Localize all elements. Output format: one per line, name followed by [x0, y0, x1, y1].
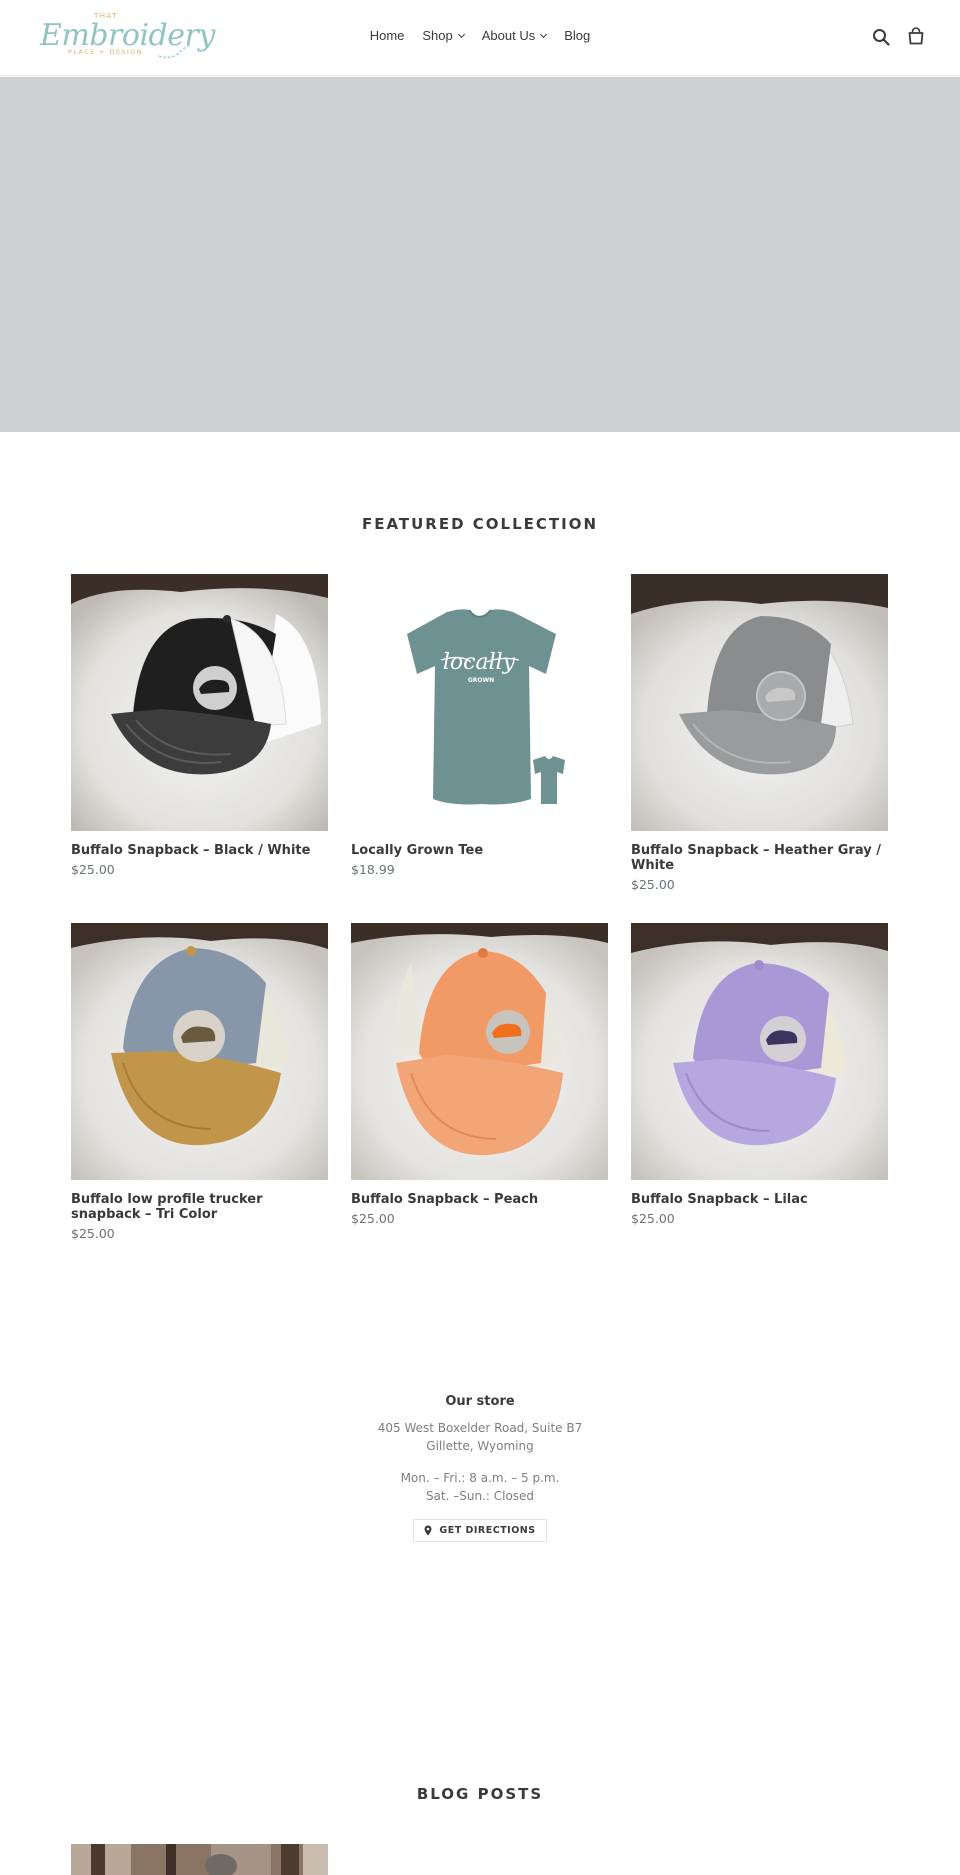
product-image[interactable]: locally GROWN: [351, 574, 608, 831]
product-image[interactable]: [71, 923, 328, 1180]
featured-collection-title: FEATURED COLLECTION: [361, 515, 599, 533]
tee-print-sub: GROWN: [468, 677, 494, 684]
store-hours-line: Mon. – Fri.: 8 a.m. – 5 p.m.: [400, 1471, 560, 1485]
product-image[interactable]: [351, 923, 608, 1180]
nav-item-home[interactable]: Home: [370, 28, 405, 43]
product-name[interactable]: Locally Grown Tee: [351, 843, 608, 858]
product-price: $25.00: [631, 1211, 675, 1226]
map-pin-icon: [424, 1525, 432, 1536]
product-name[interactable]: Buffalo Snapback – Peach: [351, 1192, 608, 1207]
blog-post-image[interactable]: [71, 1844, 328, 1875]
product-card[interactable]: locally GROWN Locally Grown Tee $18.99: [351, 574, 608, 877]
product-image[interactable]: [631, 923, 888, 1180]
store-address-line: Gillette, Wyoming: [426, 1439, 534, 1453]
site-header: THAT Embroidery PLACE + DESIGN Home Shop…: [0, 0, 960, 76]
product-name[interactable]: Buffalo low profile trucker snapback – T…: [71, 1192, 328, 1222]
store-info: Our store 405 West Boxelder Road, Suite …: [0, 1394, 960, 1542]
product-price: $25.00: [351, 1211, 395, 1226]
nav-item-about-us[interactable]: About Us: [481, 28, 548, 43]
product-image[interactable]: [631, 574, 888, 831]
nav-item-shop[interactable]: Shop: [422, 28, 465, 43]
store-hours-line: Sat. –Sun.: Closed: [425, 1489, 535, 1503]
product-name[interactable]: Buffalo Snapback – Lilac: [631, 1192, 888, 1207]
nav-item-blog[interactable]: Blog: [564, 28, 590, 43]
chevron-down-icon: [457, 30, 465, 38]
get-directions-button[interactable]: GET DIRECTIONS: [413, 1519, 547, 1542]
nav-label: Blog: [564, 28, 591, 43]
product-card[interactable]: Buffalo Snapback – Lilac $25.00: [631, 923, 888, 1226]
product-card[interactable]: Buffalo Snapback – Black / White $25.00: [71, 574, 328, 877]
product-image[interactable]: [71, 574, 328, 831]
product-price: $18.99: [351, 862, 395, 877]
store-title: Our store: [445, 1394, 515, 1409]
tee-print-main: locally: [443, 650, 516, 675]
get-directions-label: GET DIRECTIONS: [439, 1525, 536, 1536]
nav-label: About Us: [481, 28, 536, 43]
logo-bottom-text: PLACE + DESIGN: [68, 48, 143, 56]
product-name[interactable]: Buffalo Snapback – Black / White: [71, 843, 328, 858]
product-card[interactable]: Buffalo Snapback – Heather Gray / White …: [631, 574, 888, 892]
product-price: $25.00: [71, 1226, 115, 1241]
product-card[interactable]: Buffalo low profile trucker snapback – T…: [71, 923, 328, 1241]
store-address-line: 405 West Boxelder Road, Suite B7: [377, 1421, 583, 1435]
main-nav: Home Shop About Us Blog: [0, 28, 960, 43]
product-card[interactable]: Buffalo Snapback – Peach $25.00: [351, 923, 608, 1226]
product-price: $25.00: [71, 862, 115, 877]
nav-label: Shop: [422, 28, 453, 43]
hero-banner: [0, 77, 960, 432]
product-price: $25.00: [631, 877, 675, 892]
cart-icon[interactable]: [907, 27, 925, 45]
blog-posts-title: BLOG POSTS: [416, 1785, 544, 1803]
product-name[interactable]: Buffalo Snapback – Heather Gray / White: [631, 843, 888, 873]
search-icon[interactable]: [872, 28, 890, 46]
chevron-down-icon: [540, 30, 548, 38]
nav-label: Home: [369, 28, 405, 43]
